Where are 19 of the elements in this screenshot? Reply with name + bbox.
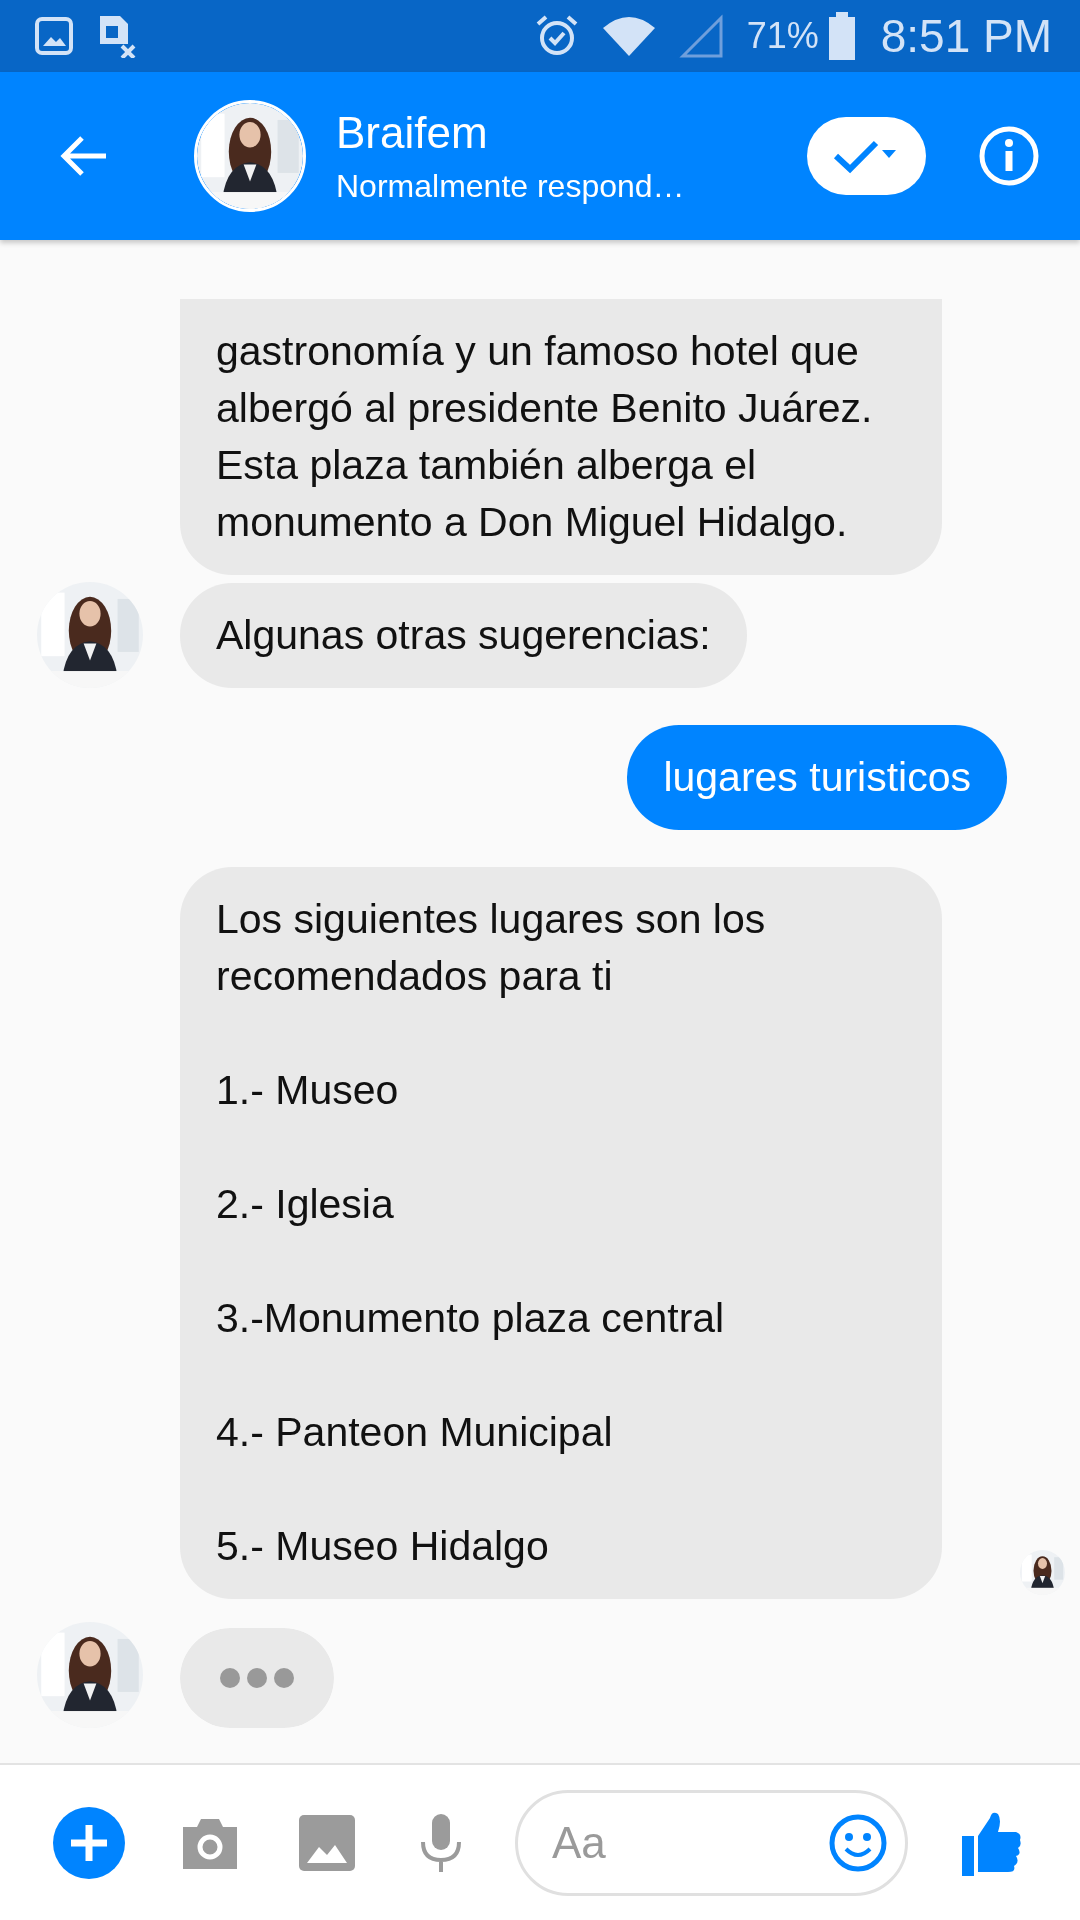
- message-bubble: Los siguientes lugares son los recomendados para ti 1.- Museo 2.- Iglesia 3.-Monumento plaza central 4.- Panteon Municipal 5.- Museo Hidalgo: [180, 867, 942, 1599]
- emoji-icon[interactable]: [828, 1812, 888, 1873]
- microphone-icon[interactable]: [419, 1811, 463, 1874]
- gallery-icon: [34, 14, 74, 58]
- clock-time: 8:51 PM: [880, 9, 1052, 63]
- contact-name: Braifem: [336, 107, 489, 158]
- wifi-icon: [600, 14, 657, 58]
- info-icon[interactable]: [978, 125, 1040, 187]
- message-bubble: gastronomía y un famoso hotel que albergó al presidente Benito Juárez. Esta plaza también alberga el monumento a Don Miguel Hidalgo.: [180, 299, 942, 575]
- signal-icon: [678, 14, 725, 58]
- message-bubble: lugares turisticos: [627, 725, 1007, 830]
- contact-status: Normalmente respond…: [336, 167, 686, 205]
- message-field[interactable]: Aa: [515, 1789, 908, 1896]
- battery-icon: [828, 12, 855, 60]
- message-bubble: Algunas otras sugerencias:: [180, 583, 747, 688]
- add-icon[interactable]: [53, 1806, 125, 1879]
- alarm-icon: [534, 14, 579, 58]
- image-icon[interactable]: [299, 1814, 355, 1871]
- battery-percent: 71%: [746, 15, 819, 57]
